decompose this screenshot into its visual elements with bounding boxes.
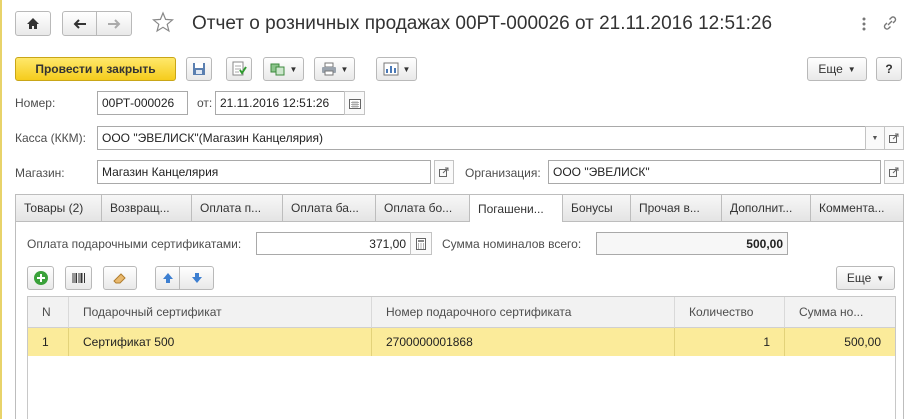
row-1-n[interactable]: 1 (28, 328, 69, 356)
more-button[interactable]: Еще ▼ (807, 57, 867, 81)
nominal-total-label: Сумма номиналов всего: (442, 237, 582, 251)
tab-additional[interactable]: Дополнит... (721, 194, 811, 221)
arrow-left-icon (73, 18, 86, 29)
forward-button[interactable] (96, 11, 132, 36)
arrow-up-icon (162, 273, 173, 283)
organization-label: Организация: (465, 166, 541, 180)
column-header-certificate-number[interactable]: Номер подарочного сертификата (372, 297, 675, 328)
create-based-on-icon (270, 63, 285, 76)
chevron-down-icon: ▼ (871, 134, 879, 142)
row-1-certificate-number[interactable]: 2700000001868 (372, 328, 675, 356)
move-up-button[interactable] (155, 266, 180, 290)
row-1-quantity[interactable]: 1 (675, 328, 785, 356)
row-1-nominal-sum[interactable]: 500,00 (785, 328, 895, 356)
post-and-close-button[interactable]: Провести и закрыть (15, 57, 176, 81)
tab-goods[interactable]: Товары (2) (15, 194, 102, 221)
gift-payment-label: Оплата подарочными сертификатами: (27, 237, 242, 251)
tab-returns[interactable]: Возвращ... (101, 194, 192, 221)
calendar-icon (348, 98, 361, 109)
chevron-down-icon: ▼ (289, 64, 298, 74)
home-icon (27, 18, 39, 29)
tab-other[interactable]: Прочая в... (630, 194, 722, 221)
store-field[interactable]: Магазин Канцелярия (97, 160, 431, 184)
number-label: Номер: (15, 96, 56, 110)
tab-payment-card[interactable]: Оплата п... (191, 194, 283, 221)
open-icon (439, 167, 449, 177)
column-header-nominal-sum[interactable]: Сумма но... (785, 297, 895, 328)
nominal-total-field: 500,00 (596, 232, 788, 255)
row-1-certificate[interactable]: Сертификат 500 (69, 328, 372, 356)
store-label: Магазин: (15, 166, 65, 180)
open-icon (889, 167, 899, 177)
eraser-icon (113, 273, 126, 284)
tab-redemption[interactable]: Погашени... (469, 194, 563, 222)
chevron-down-icon: ▼ (340, 64, 349, 74)
chevron-down-icon: ▼ (876, 273, 885, 283)
barcode-icon (72, 273, 85, 283)
reports-button[interactable]: ▼ (376, 57, 417, 81)
save-button[interactable] (186, 57, 212, 81)
scan-barcode-button[interactable] (65, 266, 92, 290)
open-icon (889, 133, 899, 143)
tab-payment-bonus[interactable]: Оплата бо... (375, 194, 470, 221)
move-down-button[interactable] (179, 266, 214, 290)
cash-register-field[interactable]: ООО "ЭВЕЛИСК"(Магазин Канцелярия) (97, 126, 866, 150)
date-label: от: (197, 96, 213, 110)
post-button[interactable] (226, 57, 252, 81)
tab-comment[interactable]: Коммента... (810, 194, 904, 221)
column-header-quantity[interactable]: Количество (675, 297, 785, 328)
print-button[interactable]: ▼ (314, 57, 355, 81)
column-header-certificate[interactable]: Подарочный сертификат (69, 297, 372, 328)
calculator-icon (416, 237, 426, 250)
calculator-button[interactable] (410, 232, 432, 255)
favorite-star-icon[interactable] (151, 11, 176, 35)
add-icon (33, 271, 48, 285)
chevron-down-icon: ▼ (402, 64, 411, 74)
post-document-icon (232, 61, 247, 76)
help-button[interactable]: ? (876, 57, 902, 81)
cash-register-open-button[interactable] (884, 126, 904, 150)
column-header-n[interactable]: N (28, 297, 69, 328)
cash-register-label: Касса (ККМ): (15, 131, 86, 145)
arrow-right-icon (108, 18, 121, 29)
tab-bonuses[interactable]: Бонусы (562, 194, 631, 221)
cash-register-dropdown-button[interactable]: ▼ (865, 126, 885, 150)
organization-field[interactable]: ООО "ЭВЕЛИСК" (548, 160, 881, 184)
date-field[interactable]: 21.11.2016 12:51:26 (215, 91, 345, 115)
tab-payment-bank[interactable]: Оплата ба... (282, 194, 376, 221)
window-menu-icon[interactable] (862, 17, 872, 31)
gift-payment-field[interactable]: 371,00 (256, 232, 411, 255)
arrow-down-icon (191, 273, 202, 283)
create-based-on-button[interactable]: ▼ (263, 57, 304, 81)
reports-icon (383, 62, 399, 76)
store-open-button[interactable] (434, 160, 454, 184)
home-button[interactable] (15, 11, 51, 36)
save-icon (193, 63, 205, 75)
number-field[interactable]: 00РТ-000026 (97, 91, 188, 115)
link-icon[interactable] (882, 15, 900, 33)
printer-icon (321, 62, 336, 76)
organization-open-button[interactable] (884, 160, 904, 184)
page-title: Отчет о розничных продажах 00РТ-000026 о… (192, 13, 773, 34)
add-row-button[interactable] (27, 266, 54, 290)
calendar-button[interactable] (344, 91, 365, 115)
chevron-down-icon: ▼ (847, 64, 856, 74)
clear-button[interactable] (103, 266, 137, 290)
grid-more-button[interactable]: Еще ▼ (836, 266, 895, 290)
window-edge (0, 0, 2, 419)
more-label: Еще (818, 62, 843, 76)
back-button[interactable] (62, 11, 97, 36)
grid-more-label: Еще (846, 271, 872, 285)
